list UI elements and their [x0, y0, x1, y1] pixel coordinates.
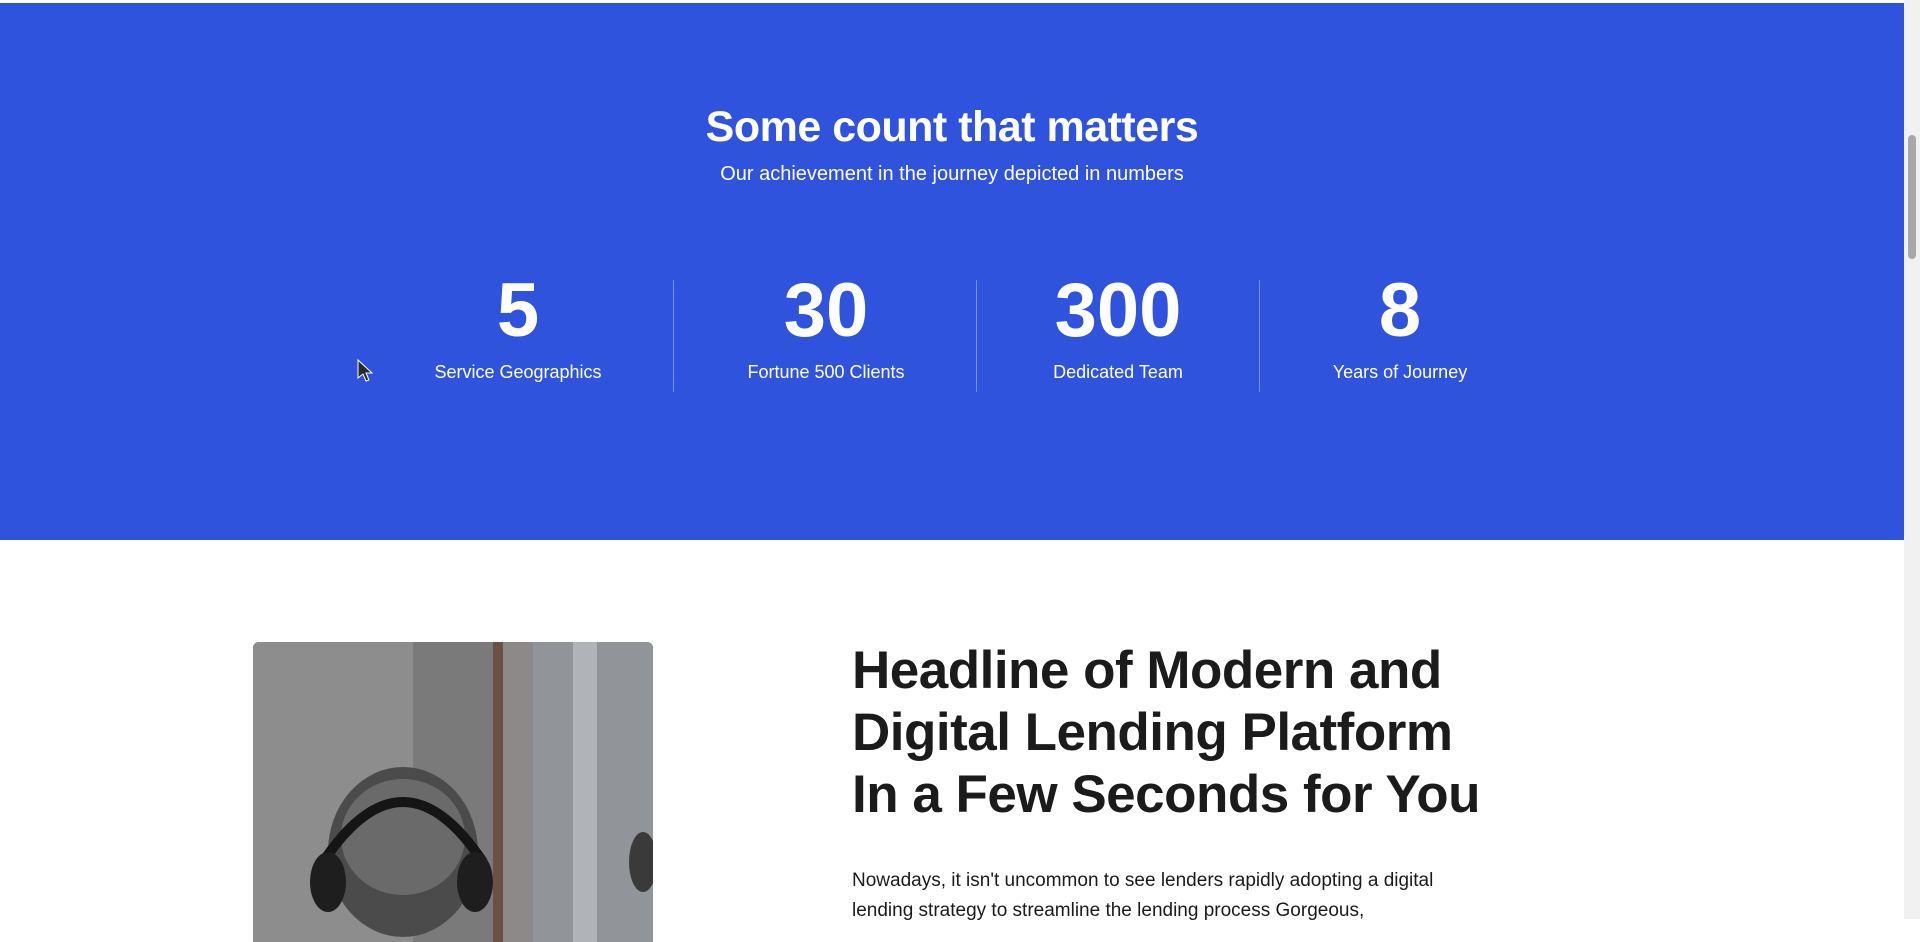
feature-body: Nowadays, it isn't uncommon to see lende… — [852, 870, 1434, 921]
stat-value: 300 — [1054, 268, 1182, 353]
stat-value: 30 — [783, 268, 869, 353]
feature-headline: Headline of Modern and Digital Lending P… — [852, 641, 1481, 824]
stat-label: Fortune 500 Clients — [747, 362, 905, 382]
mouse-cursor-icon — [357, 359, 373, 382]
stat-value: 8 — [1378, 268, 1422, 353]
stat-value: 5 — [496, 268, 540, 353]
stat-dedicated-team: 300 Dedicated Team — [1018, 265, 1218, 383]
page-scrollbar[interactable] — [1904, 0, 1920, 919]
stat-years-of-journey: 8 Years of Journey — [1300, 265, 1500, 383]
stat-label: Dedicated Team — [1053, 362, 1183, 382]
photo-headphones-person-icon — [253, 642, 653, 942]
stat-divider — [673, 280, 674, 392]
stats-title: Some count that matters — [705, 103, 1199, 151]
stat-service-geographics: 5 Service Geographics — [418, 265, 618, 383]
stats-subtitle: Our achievement in the journey depicted … — [720, 163, 1184, 185]
feature-section: Headline of Modern and Digital Lending P… — [0, 540, 1904, 942]
stat-divider — [976, 280, 977, 392]
stat-fortune-500-clients: 30 Fortune 500 Clients — [726, 265, 926, 383]
stat-divider — [1259, 280, 1260, 392]
stat-label: Service Geographics — [434, 362, 602, 382]
stats-section: Some count that matters Our achievement … — [0, 3, 1904, 540]
feature-photo — [253, 642, 653, 942]
scrollbar-thumb[interactable] — [1908, 135, 1916, 259]
stat-label: Years of Journey — [1332, 362, 1468, 382]
